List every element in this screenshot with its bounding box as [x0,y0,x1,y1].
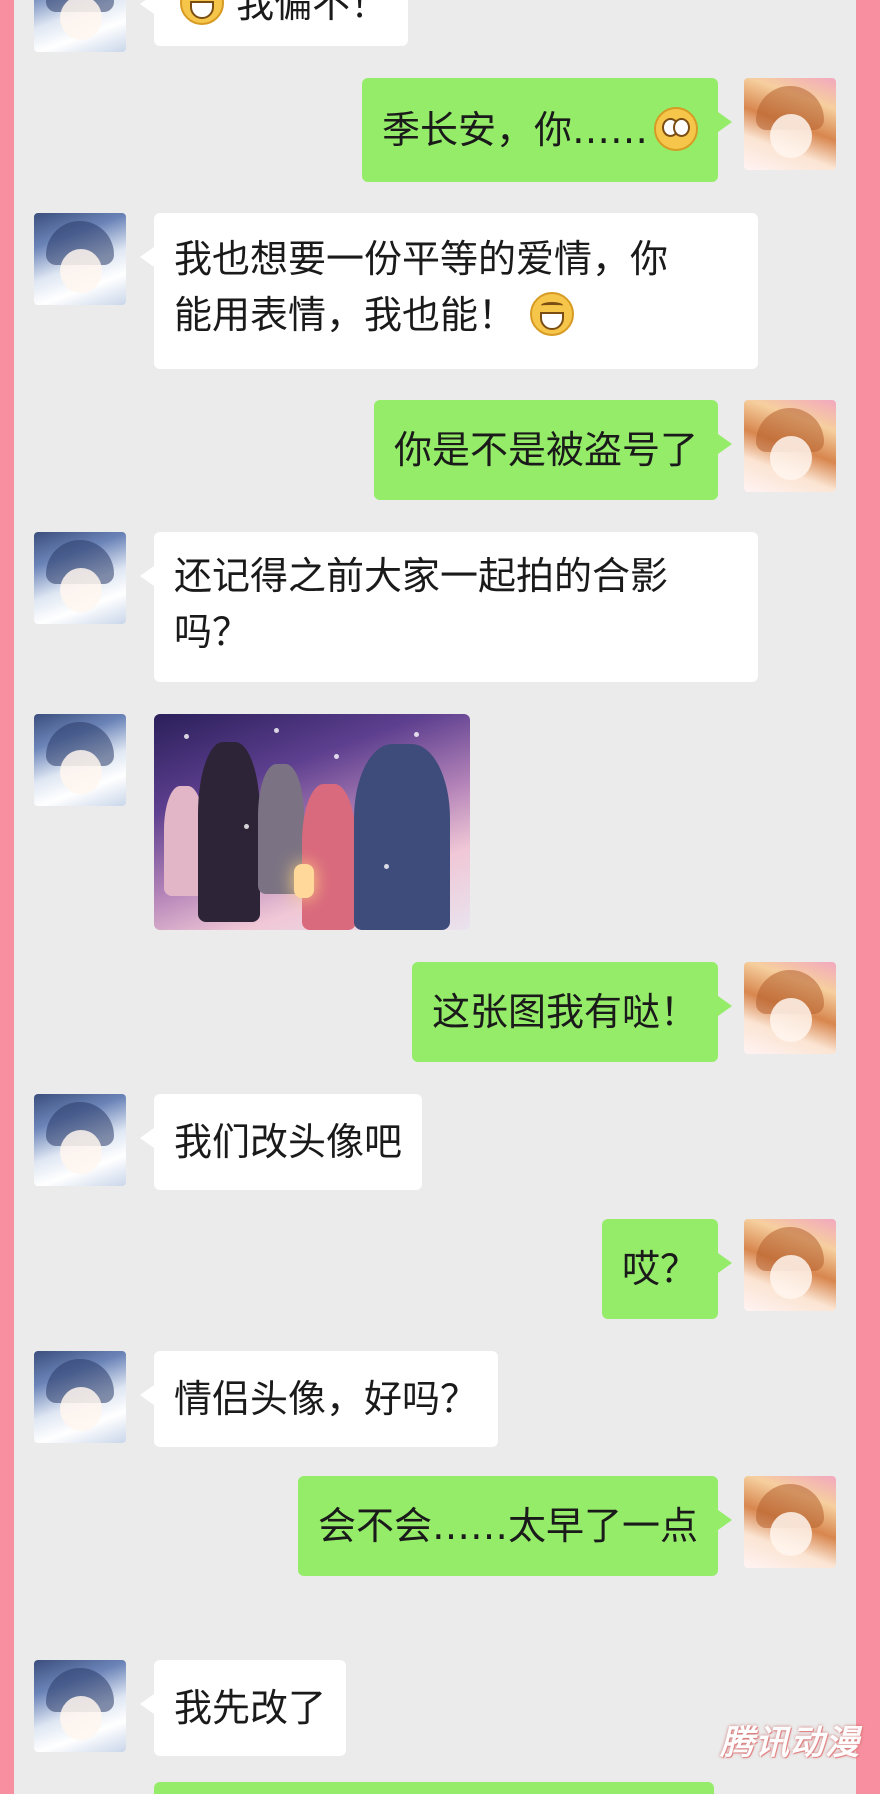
user-avatar[interactable] [744,78,836,170]
message-text: 我偏不！ [236,0,389,26]
message-bubble[interactable]: 哎？ [601,1219,733,1319]
user-avatar[interactable] [744,962,836,1054]
message-bubble[interactable]: 情侣头像，好吗？ [139,1351,499,1447]
contact-avatar[interactable] [34,213,126,305]
user-avatar[interactable] [744,1219,836,1311]
message-bubble[interactable]: 这张图我有哒！ [411,962,733,1062]
message-text: 哎？ [621,1247,698,1291]
sly-face-icon [180,0,224,25]
message-bubble[interactable]: 我先改了 [139,1660,347,1756]
message-text: 我们改头像吧 [174,1120,403,1164]
message-bubble[interactable]: 我偏不！ [139,0,409,46]
rolling-eyes-icon [654,107,698,151]
message-text: 会不会……太早了一点 [317,1504,698,1548]
message-text-line: 还记得之前大家一起拍的合影 [174,554,669,598]
user-avatar[interactable] [744,400,836,492]
message-bubble[interactable]: 会不会……太早了一点 [297,1476,733,1576]
message-text: 这张图我有哒！ [431,990,698,1034]
watermark-logo: 腾讯动漫 [720,1723,860,1763]
message-bubble[interactable]: 你是不是被盗号了 [373,400,733,500]
contact-avatar[interactable] [34,1660,126,1752]
contact-avatar[interactable] [34,1351,126,1443]
contact-avatar[interactable] [34,0,126,52]
contact-avatar[interactable] [34,532,126,624]
message-bubble[interactable]: 还记得之前大家一起拍的合影 吗？ [140,532,758,682]
group-photo-image[interactable] [154,714,470,930]
message-bubble[interactable]: 我也想要一份平等的爱情，你 能用表情，我也能！ [140,213,758,369]
message-text-line: 能用表情，我也能！ [174,293,517,337]
grinning-face-icon [530,292,575,336]
message-text-line: 吗？ [174,610,251,654]
contact-avatar[interactable] [34,714,126,806]
chat-panel: 我偏不！ 季长安，你…… 我也想要一份平等的爱情，你 能用表情，我也能！ 你是不… [14,0,856,1794]
message-text: 季长安，你…… [381,108,648,152]
message-bubble[interactable]: 我们改头像吧 [139,1094,423,1190]
message-text-line: 我也想要一份平等的爱情，你 [174,237,669,281]
message-text: 你是不是被盗号了 [393,428,698,472]
message-text: 我先改了 [174,1686,327,1730]
user-avatar[interactable] [744,1476,836,1568]
message-bubble[interactable]: 季长安，你…… [361,78,733,182]
message-bubble-partial [154,1782,714,1794]
contact-avatar[interactable] [34,1094,126,1186]
message-text: 情侣头像，好吗？ [174,1377,479,1421]
